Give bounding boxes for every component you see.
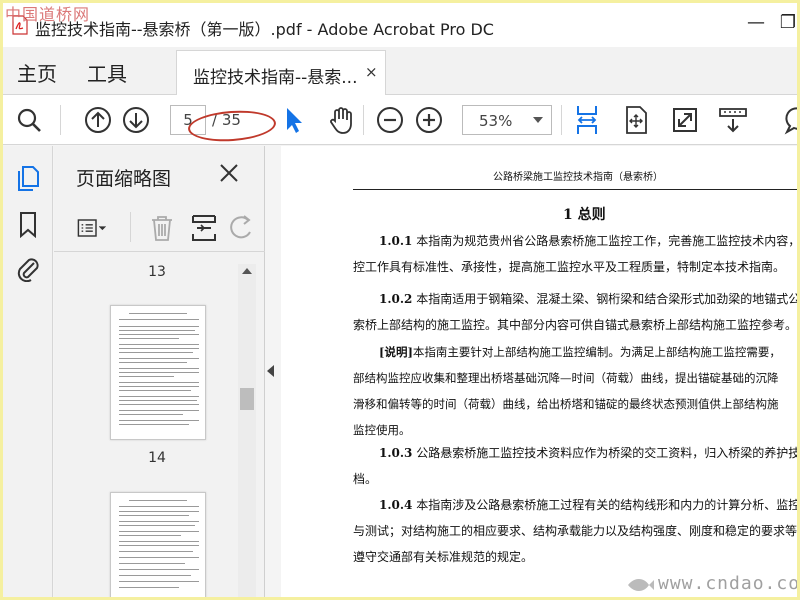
fit-width-icon[interactable] bbox=[571, 104, 603, 136]
fish-logo-icon bbox=[628, 579, 654, 591]
tab-document[interactable]: 监控技术指南--悬索... × bbox=[176, 50, 386, 96]
toolbar-divider bbox=[363, 105, 364, 135]
thumbnail-page-number: 13 bbox=[148, 264, 166, 280]
select-pointer-icon[interactable] bbox=[278, 104, 310, 136]
toolbar-divider bbox=[60, 105, 61, 135]
paragraph: 1.0.1 本指南为规范贵州省公路悬索桥施工监控工作，完善施工监控技术内容，使得… bbox=[353, 228, 800, 280]
clause-number: 1.0.1 bbox=[379, 234, 413, 248]
thumbnail-page-number: 14 bbox=[148, 450, 166, 466]
bookmark-icon[interactable] bbox=[14, 210, 42, 238]
thumbnail-toolbar bbox=[54, 204, 265, 252]
menu-home[interactable]: 主页 bbox=[17, 58, 57, 87]
scrollbar-thumb[interactable] bbox=[240, 388, 254, 410]
zoom-in-icon[interactable] bbox=[413, 104, 445, 136]
zoom-select[interactable]: 53% bbox=[462, 105, 552, 135]
toolbar-divider bbox=[561, 105, 562, 135]
page-thumbnails-icon[interactable] bbox=[14, 164, 42, 192]
comment-icon[interactable] bbox=[782, 104, 800, 136]
page-up-icon[interactable] bbox=[82, 104, 114, 136]
title-bar: 中国道桥网 监控技术指南--悬索桥（第一版）.pdf - Adobe Acrob… bbox=[3, 3, 797, 47]
full-screen-icon[interactable] bbox=[669, 104, 701, 136]
rotate-icon[interactable] bbox=[226, 212, 258, 244]
minimize-button[interactable]: — bbox=[741, 11, 771, 35]
site-watermark: www.cndao.com bbox=[658, 573, 800, 594]
paragraph-line: 档。 bbox=[353, 472, 378, 486]
window-title: 监控技术指南--悬索桥（第一版）.pdf - Adobe Acrobat Pro… bbox=[35, 20, 494, 39]
clause-number: 1.0.4 bbox=[379, 498, 413, 512]
thumbnail-scrollbar[interactable] bbox=[238, 264, 256, 597]
paragraph-line: 本指南主要针对上部结构施工监控编制。为满足上部结构施工监控需要， bbox=[412, 345, 781, 359]
note-label: [说明] bbox=[379, 345, 413, 359]
section-heading: 1 总则 bbox=[563, 207, 606, 223]
running-header: 公路桥梁施工监控技术指南（悬索桥） bbox=[353, 168, 797, 190]
app-window: 中国道桥网 监控技术指南--悬索桥（第一版）.pdf - Adobe Acrob… bbox=[0, 0, 800, 600]
tab-document-label: 监控技术指南--悬索... bbox=[193, 68, 358, 88]
scroll-mode-icon[interactable] bbox=[717, 104, 749, 136]
paragraph-line: 本指南适用于钢箱梁、混凝土梁、钢桁梁和结合梁形式加劲梁的地锚式公路 bbox=[416, 292, 800, 306]
collapse-panel-icon[interactable] bbox=[267, 365, 274, 377]
thumbnail-page[interactable] bbox=[110, 492, 206, 597]
paragraph: [说明]本指南主要针对上部结构施工监控编制。为满足上部结构施工监控需要， 部结构… bbox=[353, 339, 797, 443]
paragraph: 1.0.2 本指南适用于钢箱梁、混凝土梁、钢桁梁和结合梁形式加劲梁的地锚式公路 … bbox=[353, 286, 800, 338]
paragraph-line: 与测试；对结构施工的相应要求、结构承载能力以及结构强度、刚度和稳定的要求等 bbox=[353, 524, 798, 538]
zoom-value: 53% bbox=[479, 112, 513, 130]
thumbnail-options-icon[interactable] bbox=[76, 212, 108, 244]
clause-number: 1.0.3 bbox=[379, 446, 413, 460]
paragraph-line: 本指南涉及公路悬索桥施工过程有关的结构线形和内力的计算分析、监控测 bbox=[416, 498, 800, 512]
toolbar-divider bbox=[130, 212, 131, 242]
search-icon[interactable] bbox=[13, 104, 45, 136]
thumbnails-panel: 页面缩略图 13 14 bbox=[54, 146, 265, 597]
paragraph-line: 控工作具有标准性、承接性，提高施工监控水平及工程质量，特制定本技术指南。 bbox=[353, 260, 786, 274]
paragraph: 1.0.4 本指南涉及公路悬索桥施工过程有关的结构线形和内力的计算分析、监控测 … bbox=[353, 492, 800, 570]
left-rail bbox=[3, 146, 53, 597]
scroll-up-icon[interactable] bbox=[242, 268, 252, 274]
restore-button[interactable]: ❐ bbox=[773, 11, 797, 35]
paragraph-line: 公路悬索桥施工监控技术资料应作为桥梁的交工资料，归入桥梁的养护技术 bbox=[416, 446, 800, 460]
fit-page-icon[interactable] bbox=[620, 104, 652, 136]
delete-icon[interactable] bbox=[146, 212, 178, 244]
paragraph-line: 滑移和偏转等的时间（荷载）曲线，给出桥塔和锚碇的最终状态预测值供上部结构施 bbox=[353, 397, 779, 411]
menu-tools[interactable]: 工具 bbox=[87, 58, 127, 87]
paragraph-line: 遵守交通部有关标准规范的规定。 bbox=[353, 550, 534, 564]
document-page: 公路桥梁施工监控技术指南（悬索桥） 1 总则 1.0.1 本指南为规范贵州省公路… bbox=[281, 146, 800, 597]
close-icon[interactable] bbox=[216, 160, 242, 186]
panel-title: 页面缩略图 bbox=[76, 168, 172, 190]
document-viewport: 公路桥梁施工监控技术指南（悬索桥） 1 总则 1.0.1 本指南为规范贵州省公路… bbox=[281, 146, 800, 597]
chevron-down-icon bbox=[533, 117, 543, 123]
tab-bar: 主页 工具 监控技术指南--悬索... × bbox=[3, 47, 797, 96]
insert-page-icon[interactable] bbox=[188, 212, 220, 244]
attachment-icon[interactable] bbox=[14, 254, 42, 282]
thumbnail-page[interactable] bbox=[110, 305, 206, 440]
page-down-icon[interactable] bbox=[120, 104, 152, 136]
hand-icon[interactable] bbox=[325, 104, 357, 136]
paragraph-line: 索桥上部结构的施工监控。其中部分内容可供自锚式悬索桥上部结构施工监控参考。 bbox=[353, 318, 798, 332]
paragraph: 1.0.3 公路悬索桥施工监控技术资料应作为桥梁的交工资料，归入桥梁的养护技术 … bbox=[353, 440, 800, 492]
clause-number: 1.0.2 bbox=[379, 292, 413, 306]
paragraph-line: 本指南为规范贵州省公路悬索桥施工监控工作，完善施工监控技术内容，使得施工 bbox=[416, 234, 800, 248]
tab-close-icon[interactable]: × bbox=[365, 63, 378, 81]
paragraph-line: 部结构监控应收集和整理出桥塔基础沉降—时间（荷载）曲线，提出锚碇基础的沉降 bbox=[353, 371, 779, 385]
toolbar: 5 / 35 53% bbox=[3, 95, 800, 145]
zoom-out-icon[interactable] bbox=[374, 104, 406, 136]
